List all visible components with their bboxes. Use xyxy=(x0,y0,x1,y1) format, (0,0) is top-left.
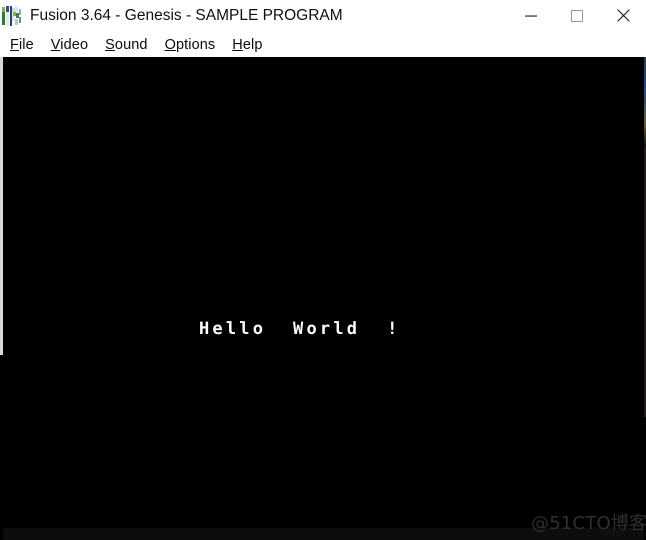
menu-item-help-accel: H xyxy=(232,36,243,53)
emulator-screen[interactable]: Hello World ! 60.0 xyxy=(3,57,644,528)
menu-item-options[interactable]: Options xyxy=(165,37,216,53)
window-title: Fusion 3.64 - Genesis - SAMPLE PROGRAM xyxy=(30,7,343,24)
maximize-icon xyxy=(571,9,583,22)
watermark: @51CTO博客 xyxy=(531,513,646,534)
menu-item-file-label: ile xyxy=(18,36,34,53)
emulator-screen-text: Hello World ! xyxy=(199,319,401,339)
menu-item-file[interactable]: File xyxy=(10,37,34,53)
menu-item-options-label: ptions xyxy=(175,36,216,53)
menu-item-video-label: ideo xyxy=(60,36,89,53)
menu-item-video[interactable]: Video xyxy=(51,37,88,53)
window-controls xyxy=(508,0,646,31)
title-bar[interactable]: Fusion 3.64 - Genesis - SAMPLE PROGRAM xyxy=(0,0,646,32)
maximize-button[interactable] xyxy=(554,0,600,31)
menu-item-options-accel: O xyxy=(164,36,176,53)
menu-bar: File Video Sound Options Help xyxy=(0,32,646,57)
close-icon xyxy=(616,9,630,22)
menu-item-video-accel: V xyxy=(50,36,61,53)
close-button[interactable] xyxy=(600,0,646,31)
menu-item-sound-label: ound xyxy=(114,36,148,53)
fusion-emulator-window: Fusion 3.64 - Genesis - SAMPLE PROGRAM F… xyxy=(0,0,646,540)
minimize-icon xyxy=(525,15,537,17)
menu-item-sound-accel: S xyxy=(105,36,115,53)
menu-item-help[interactable]: Help xyxy=(232,37,262,53)
menu-item-file-accel: F xyxy=(10,36,19,53)
fusion-app-icon xyxy=(2,5,24,27)
menu-item-help-label: elp xyxy=(242,36,263,53)
menu-item-sound[interactable]: Sound xyxy=(105,37,147,53)
minimize-button[interactable] xyxy=(508,0,554,31)
